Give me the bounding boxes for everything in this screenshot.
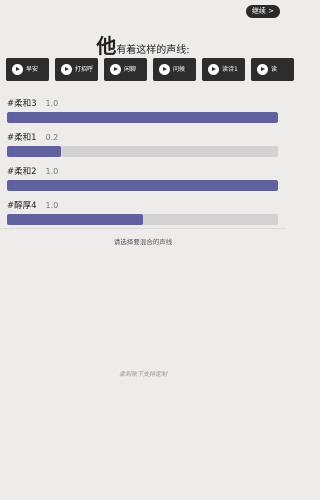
sample-chip-dushi1[interactable]: 读诗1 (202, 58, 245, 81)
voice-weight: 0.2 (45, 133, 59, 142)
chip-label: 早安 (26, 65, 39, 73)
voice-weight-slider[interactable] (7, 146, 278, 157)
title-subject: 他 (96, 34, 117, 58)
slider-fill (7, 214, 143, 225)
footer-note: 拿到账下支持定制 (118, 371, 167, 378)
play-icon (61, 64, 72, 75)
voice-weight: 1.0 (45, 201, 59, 210)
voice-name: #柔和1 (7, 133, 37, 143)
sample-chip-row: 早安 打招呼 闲聊 问候 读诗1 读 (6, 58, 294, 81)
sample-chip-du-partial[interactable]: 读 (251, 58, 294, 81)
sample-chip-wenhou[interactable]: 问候 (153, 58, 196, 81)
voice-weight-slider[interactable] (7, 214, 278, 225)
continue-button[interactable]: 继续 > (245, 5, 280, 18)
section-divider (0, 228, 286, 229)
voice-mix-item: #柔和1 0.2 (7, 131, 278, 157)
voice-weight-slider[interactable] (7, 180, 278, 191)
mix-hint-text: 请选择要混合的声线 (113, 238, 173, 246)
sample-chip-zaoan[interactable]: 早安 (6, 58, 49, 81)
play-icon (257, 64, 268, 75)
continue-label: 继续 > (251, 7, 274, 15)
title-suffix: 有着这样的声线: (116, 45, 190, 56)
voice-weight-slider[interactable] (7, 112, 278, 123)
voice-weight: 1.0 (45, 167, 59, 176)
page-title: 他有着这样的声线: (0, 30, 286, 59)
voice-mix-item: #柔和2 1.0 (7, 165, 278, 191)
play-icon (12, 64, 23, 75)
voice-weight: 1.0 (45, 99, 59, 108)
voice-name: #醇厚4 (7, 201, 37, 211)
slider-fill (7, 146, 62, 157)
chip-label: 读诗1 (222, 65, 238, 73)
play-icon (110, 64, 121, 75)
chip-label: 闲聊 (124, 65, 137, 73)
slider-fill (7, 112, 278, 123)
chip-label: 打招呼 (75, 65, 94, 73)
slider-fill (7, 180, 278, 191)
voice-name: #柔和2 (7, 167, 37, 177)
chip-label: 问候 (173, 65, 186, 73)
voice-mix-item: #柔和3 1.0 (7, 97, 278, 123)
voice-name: #柔和3 (7, 99, 37, 109)
chip-label: 读 (271, 65, 278, 73)
play-icon (159, 64, 170, 75)
sample-chip-dazhaohu[interactable]: 打招呼 (55, 58, 98, 81)
voice-mix-list: #柔和3 1.0 #柔和1 0.2 #柔和2 1.0 #醇厚4 1.0 (7, 97, 278, 233)
play-icon (208, 64, 219, 75)
voice-mix-item: #醇厚4 1.0 (7, 199, 278, 225)
sample-chip-xianliao[interactable]: 闲聊 (104, 58, 147, 81)
